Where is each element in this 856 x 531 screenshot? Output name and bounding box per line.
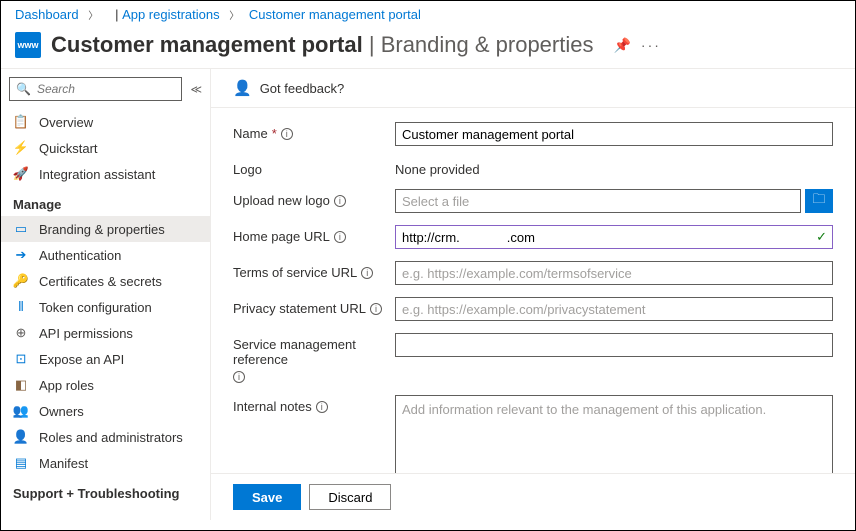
nav-icon: ➔ [13,247,29,263]
chevron-right-icon: 〉 [229,11,239,22]
nav-label: Owners [39,404,84,419]
sidebar-item-certificates-secrets[interactable]: 🔑 Certificates & secrets [1,268,210,294]
breadcrumb-current[interactable]: Customer management portal [249,7,421,22]
nav-icon: 📋 [13,114,29,130]
nav-label: Authentication [39,248,121,263]
sidebar-item-expose-an-api[interactable]: ⊡ Expose an API [1,346,210,372]
svcref-input[interactable] [395,333,833,357]
feedback-label: Got feedback? [260,81,345,96]
nav-icon: 👥 [13,403,29,419]
logo-label: Logo [233,162,262,177]
main-content: 👤 Got feedback? Name * i Logo None provi… [211,69,855,520]
search-input-wrapper[interactable]: 🔍 [9,77,182,101]
discard-button[interactable]: Discard [309,484,391,510]
nav-icon: 👤 [13,429,29,445]
sidebar-item-integration-assistant[interactable]: 🚀 Integration assistant [1,161,210,187]
save-button[interactable]: Save [233,484,301,510]
sidebar-item-app-roles[interactable]: ◧ App roles [1,372,210,398]
sidebar: 🔍 ≪ 📋 Overview ⚡ Quickstart 🚀 Integration ass… [1,69,211,520]
pin-icon[interactable]: 📌 [613,37,630,54]
nav-icon: 🔑 [13,273,29,289]
nav-label: Overview [39,115,93,130]
sidebar-item-owners[interactable]: 👥 Owners [1,398,210,424]
search-input[interactable] [37,82,176,96]
name-input[interactable] [395,122,833,146]
nav-label: Manifest [39,456,88,471]
folder-icon: 🗀 [812,190,825,212]
sidebar-item-manifest[interactable]: ▤ Manifest [1,450,210,476]
sidebar-section-support: Support + Troubleshooting [1,476,210,505]
feedback-icon: 👤 [233,79,252,97]
breadcrumb-app-registrations[interactable]: App registrations [122,7,220,22]
privacy-input[interactable] [395,297,833,321]
more-icon[interactable]: ··· [641,37,661,53]
app-icon: www [15,32,41,58]
info-icon[interactable]: i [281,128,293,140]
home-url-input[interactable] [395,225,833,249]
nav-icon: 🚀 [13,166,29,182]
nav-label: API permissions [39,326,133,341]
required-asterisk: * [272,126,277,141]
feedback-bar[interactable]: 👤 Got feedback? [211,69,855,108]
upload-label: Upload new logo [233,193,330,208]
nav-label: Expose an API [39,352,124,367]
sidebar-item-quickstart[interactable]: ⚡ Quickstart [1,135,210,161]
nav-label: Roles and administrators [39,430,183,445]
sidebar-item-token-configuration[interactable]: ⫴ Token configuration [1,294,210,320]
search-icon: 🔍 [16,82,31,96]
info-icon[interactable]: i [334,195,346,207]
notes-label: Internal notes [233,399,312,414]
info-icon[interactable]: i [316,401,328,413]
chevron-right-icon: 〉 [88,11,98,22]
nav-icon: ⊡ [13,351,29,367]
breadcrumb-dashboard[interactable]: Dashboard [15,7,79,22]
nav-label: Token configuration [39,300,152,315]
nav-icon: ▭ [13,221,29,237]
footer-bar: Save Discard [211,473,855,520]
nav-icon: ⚡ [13,140,29,156]
sidebar-item-api-permissions[interactable]: ⊕ API permissions [1,320,210,346]
info-icon[interactable]: i [361,267,373,279]
sidebar-item-authentication[interactable]: ➔ Authentication [1,242,210,268]
tos-label: Terms of service URL [233,265,357,280]
nav-label: Certificates & secrets [39,274,162,289]
home-url-label: Home page URL [233,229,330,244]
breadcrumb: Dashboard 〉 | App registrations 〉 Custom… [1,1,855,28]
nav-label: Branding & properties [39,222,165,237]
info-icon[interactable]: i [334,231,346,243]
privacy-label: Privacy statement URL [233,301,366,316]
sidebar-item-branding-properties[interactable]: ▭ Branding & properties [1,216,210,242]
browse-file-button[interactable]: 🗀 [805,189,833,213]
tos-input[interactable] [395,261,833,285]
sidebar-item-roles-and-administrators[interactable]: 👤 Roles and administrators [1,424,210,450]
nav-icon: ◧ [13,377,29,393]
info-icon[interactable]: i [370,303,382,315]
collapse-sidebar-icon[interactable]: ≪ [190,83,202,96]
name-label: Name [233,126,268,141]
svcref-label: Service management reference [233,337,395,367]
sidebar-item-overview[interactable]: 📋 Overview [1,109,210,135]
nav-label: Quickstart [39,141,98,156]
checkmark-icon: ✓ [816,229,827,245]
nav-icon: ⊕ [13,325,29,341]
nav-label: App roles [39,378,94,393]
app-name: Customer management portal [51,32,363,57]
page-title: Customer management portal | Branding & … [51,32,593,58]
nav-label: Integration assistant [39,167,155,182]
page-header: www Customer management portal | Brandin… [1,28,855,68]
logo-value: None provided [395,158,833,177]
nav-icon: ▤ [13,455,29,471]
notes-textarea[interactable] [395,395,833,473]
info-icon[interactable]: i [233,371,245,383]
sidebar-section-manage: Manage [1,187,210,216]
upload-file-display[interactable] [395,189,801,213]
nav-icon: ⫴ [13,299,29,315]
page-subtitle: Branding & properties [381,32,594,57]
